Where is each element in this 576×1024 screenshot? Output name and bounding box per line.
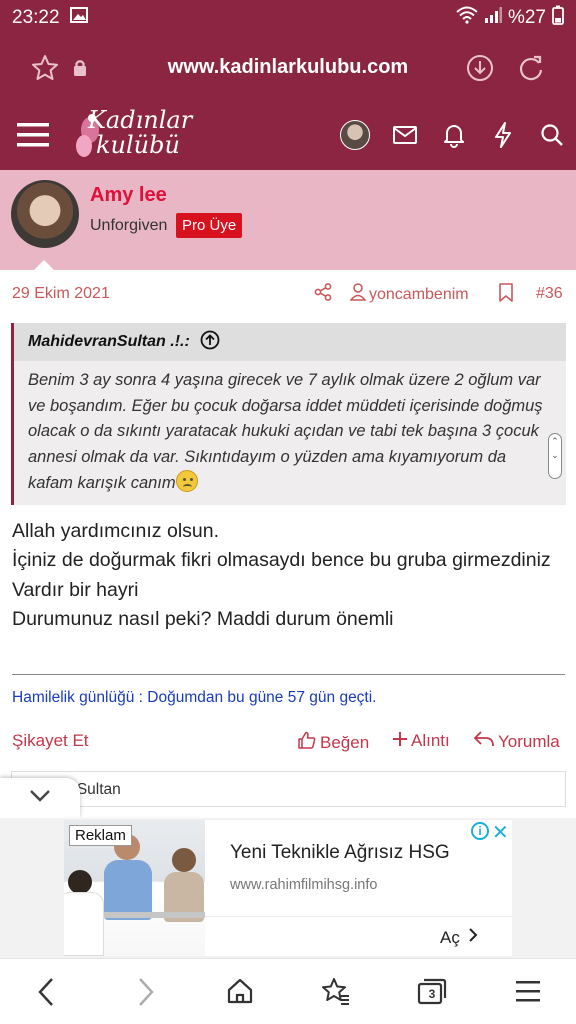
chevron-right-icon: [468, 927, 478, 948]
ad-label: Reklam: [69, 825, 132, 846]
jump-to-quote-icon[interactable]: [200, 330, 220, 355]
post-author-link: yoncambenim: [369, 285, 469, 303]
share-icon[interactable]: [314, 283, 332, 306]
signal-icon: [484, 7, 502, 29]
status-bar: 23:22 %27: [0, 0, 576, 36]
bookmarks-star-icon[interactable]: [321, 977, 351, 1010]
site-logo[interactable]: Kadınlar kulübü: [74, 108, 192, 158]
home-icon[interactable]: [226, 977, 254, 1010]
author-name[interactable]: Amy lee: [90, 184, 167, 207]
lightning-icon[interactable]: [492, 122, 514, 153]
post-message: Allah yardımcınız olsun. İçiniz de doğur…: [12, 517, 567, 635]
download-icon[interactable]: [466, 54, 494, 87]
user-icon: [349, 283, 367, 306]
ad-url: www.rahimfilmihsg.info: [230, 877, 378, 893]
post-actions: Şikayet Et Beğen Alıntı Yorumla: [0, 728, 576, 758]
message-line: Durumunuz nasıl peki? Maddi durum önemli: [12, 608, 394, 631]
hamburger-menu-icon[interactable]: [17, 122, 49, 153]
quote-block: MahidevranSultan .!.: Benim 3 ay sonra 4…: [11, 323, 566, 505]
ad-open-label: Aç: [440, 927, 460, 947]
author-avatar[interactable]: [11, 180, 79, 248]
ad-close-icon[interactable]: ✕: [492, 820, 509, 845]
user-avatar[interactable]: [340, 120, 370, 150]
quote-expand-scroller[interactable]: ⌃ ⌄: [548, 433, 562, 479]
message-line: Allah yardımcınız olsun.: [12, 520, 220, 542]
message-line: Vardır bir hayri: [12, 578, 139, 601]
chevron-down-icon: [29, 789, 51, 808]
post-author-header: Amy lee Unforgiven Pro Üye: [0, 170, 576, 270]
profile-notch: [34, 260, 54, 270]
plus-icon: [393, 731, 407, 751]
ad-headline[interactable]: Yeni Teknikle Ağrısız HSG: [230, 842, 450, 864]
report-button[interactable]: Şikayet Et: [12, 731, 89, 751]
menu-icon[interactable]: [515, 979, 541, 1008]
logo-line-1: Kadınlar: [88, 106, 193, 134]
reload-icon[interactable]: [517, 54, 545, 87]
pro-member-badge: Pro Üye: [176, 213, 243, 238]
like-button[interactable]: Beğen: [298, 731, 369, 754]
post-meta: 29 Ekim 2021 yoncambenim #36: [0, 270, 576, 316]
worried-face-emoji-icon: [175, 470, 198, 492]
bookmark-icon[interactable]: [498, 283, 514, 307]
browser-url-bar: www.kadinlarkulubu.com: [0, 36, 576, 100]
status-time: 23:22: [12, 7, 60, 28]
back-icon[interactable]: [36, 977, 56, 1012]
ad-info-icon[interactable]: i: [471, 822, 489, 840]
author-title: Unforgiven: [90, 217, 168, 234]
bell-icon[interactable]: [443, 122, 465, 153]
signature-link[interactable]: Hamilelik günlüğü : Doğumdan bu güne 57 …: [12, 689, 377, 707]
quote-button[interactable]: Alıntı: [393, 731, 450, 751]
collapse-ad-button[interactable]: [0, 778, 80, 818]
like-label: Beğen: [320, 732, 370, 752]
site-header: Kadınlar kulübü: [0, 100, 576, 170]
gallery-notification-icon: [69, 7, 88, 29]
ad-separator: [205, 916, 512, 917]
logo-line-2: kulübü: [96, 131, 180, 159]
quote-header[interactable]: MahidevranSultan .!.:: [14, 323, 566, 361]
reply-arrow-icon: [474, 731, 494, 752]
ad-area: Reklam i ✕ Yeni Teknikle Ağrısız HSG www…: [0, 818, 576, 958]
tab-count: 3: [428, 987, 436, 1001]
quoted-user-link[interactable]: yoncambenim: [349, 283, 469, 306]
ad-banner[interactable]: Reklam i ✕ Yeni Teknikle Ağrısız HSG www…: [64, 820, 512, 956]
reply-button[interactable]: Yorumla: [474, 731, 560, 752]
reaction-bar[interactable]: idevranSultan: [11, 771, 566, 807]
quote-text: Benim 3 ay sonra 4 yaşına girecek ve 7 a…: [28, 368, 543, 497]
browser-bottom-nav: 3: [0, 958, 576, 1024]
search-icon[interactable]: [540, 123, 564, 152]
quote-body-text: Benim 3 ay sonra 4 yaşına girecek ve 7 a…: [28, 371, 543, 492]
post-date[interactable]: 29 Ekim 2021: [12, 285, 110, 303]
battery-text: %27: [507, 7, 546, 28]
message-line: İçiniz de doğurmak fikri olmasaydı bence…: [12, 549, 551, 572]
post-number[interactable]: #36: [536, 285, 563, 303]
ad-open-button[interactable]: Aç: [440, 927, 478, 948]
thumbs-up-icon: [298, 731, 316, 754]
quote-label: Alıntı: [411, 731, 450, 750]
forward-icon[interactable]: [136, 977, 156, 1012]
reply-label: Yorumla: [498, 731, 560, 751]
wifi-icon: [456, 6, 478, 30]
battery-icon: [552, 5, 564, 31]
signature-divider: [12, 674, 565, 675]
mail-icon[interactable]: [393, 125, 417, 150]
quote-author: MahidevranSultan .!.:: [28, 333, 190, 350]
